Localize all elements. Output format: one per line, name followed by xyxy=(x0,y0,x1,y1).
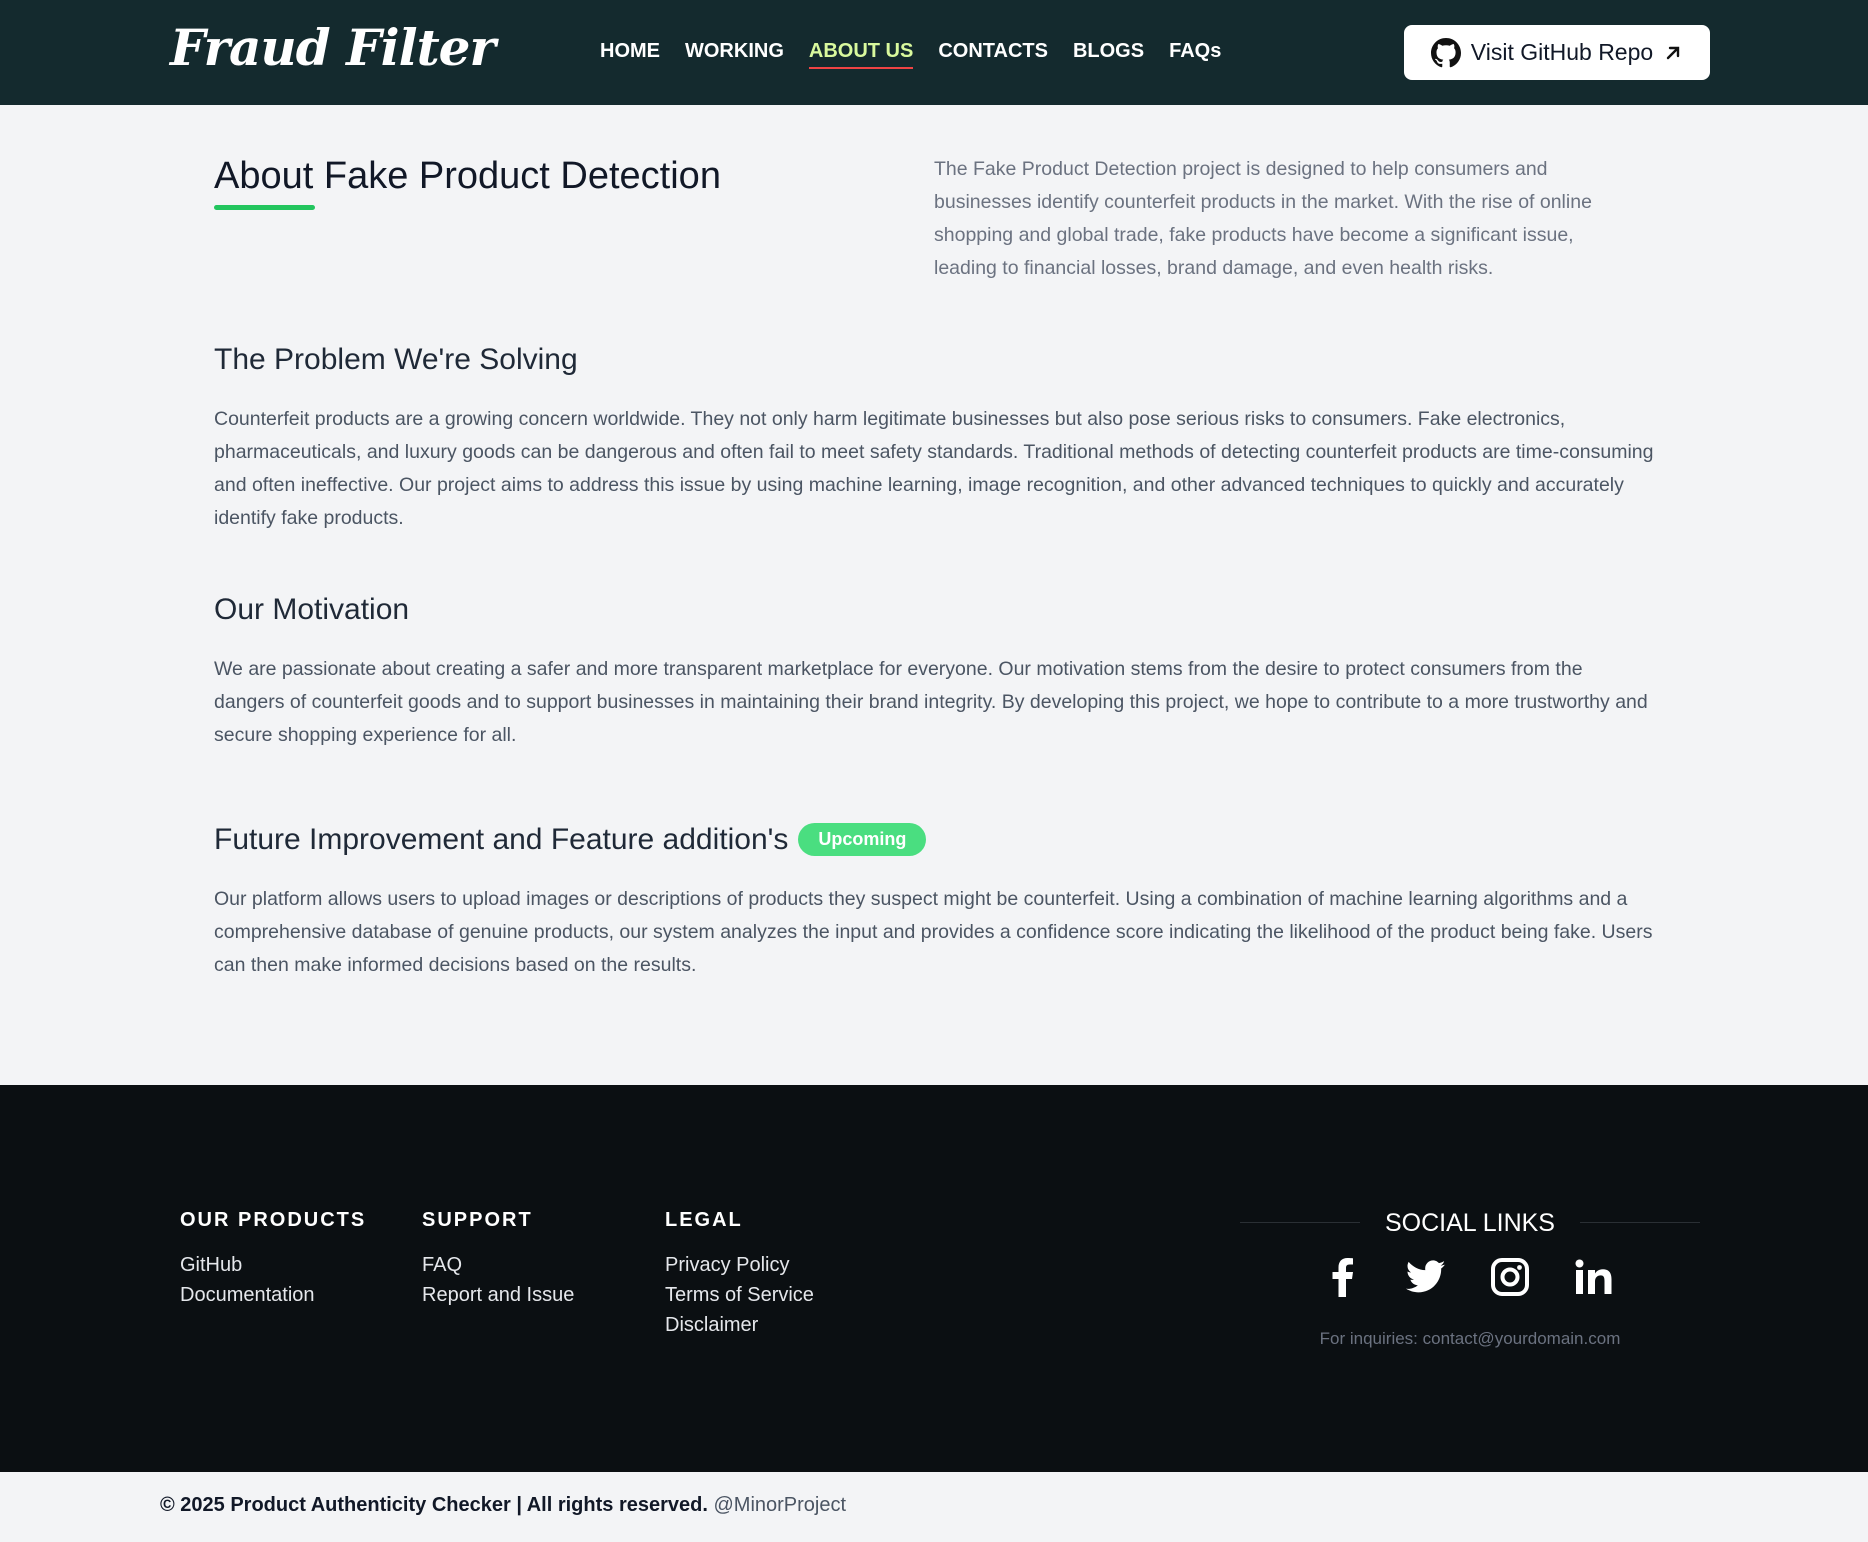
footer-link-faq[interactable]: FAQ xyxy=(422,1250,574,1280)
nav-contacts[interactable]: CONTACTS xyxy=(938,40,1048,69)
footer-link-disclaimer[interactable]: Disclaimer xyxy=(665,1310,814,1340)
footer-products-column: OUR PRODUCTS GitHub Documentation xyxy=(180,1209,366,1310)
nav-faqs[interactable]: FAQs xyxy=(1169,40,1221,69)
problem-text: Counterfeit products are a growing conce… xyxy=(214,408,1654,529)
nav-about-us[interactable]: ABOUT US xyxy=(808,40,914,69)
social-divider-right xyxy=(1580,1222,1700,1223)
github-icon xyxy=(1430,37,1461,67)
footer-link-documentation[interactable]: Documentation xyxy=(180,1280,366,1310)
footer-link-report-issue[interactable]: Report and Issue xyxy=(422,1280,574,1310)
instagram-icon[interactable] xyxy=(1488,1255,1532,1299)
nav-home[interactable]: HOME xyxy=(600,40,660,69)
future-heading: Future Improvement and Feature addition'… xyxy=(214,823,927,857)
nav-working[interactable]: WORKING xyxy=(685,40,784,69)
problem-heading: The Problem We're Solving xyxy=(214,343,578,376)
footer-support-title: SUPPORT xyxy=(422,1209,533,1231)
future-text: Our platform allows users to upload imag… xyxy=(214,888,1653,976)
footer: OUR PRODUCTS GitHub Documentation SUPPOR… xyxy=(0,1085,1868,1472)
nav-blogs[interactable]: BLOGS xyxy=(1073,40,1144,69)
motivation-heading: Our Motivation xyxy=(214,593,410,626)
footer-legal-title: LEGAL xyxy=(665,1209,743,1231)
external-link-arrow-icon xyxy=(1666,46,1680,59)
social-links-title: SOCIAL LINKS xyxy=(1385,1209,1555,1237)
footer-link-privacy-policy[interactable]: Privacy Policy xyxy=(665,1250,814,1280)
about-description: The Fake Product Detection project is de… xyxy=(934,158,1592,279)
project-handle[interactable]: @MinorProject xyxy=(713,1494,846,1516)
copyright-label: © 2025 Product Authenticity Checker | Al… xyxy=(160,1494,708,1516)
footer-legal-column: LEGAL Privacy Policy Terms of Service Di… xyxy=(665,1209,814,1340)
page-title: About Fake Product Detection xyxy=(214,155,721,197)
brand-logo[interactable]: Fraud Filter xyxy=(170,18,496,77)
upcoming-badge: Upcoming xyxy=(798,823,927,856)
future-heading-text: Future Improvement and Feature addition'… xyxy=(214,823,789,856)
linkedin-icon[interactable] xyxy=(1572,1255,1616,1299)
motivation-text: We are passionate about creating a safer… xyxy=(214,658,1648,746)
copyright-text: © 2025 Product Authenticity Checker | Al… xyxy=(160,1494,846,1517)
top-navbar: Fraud Filter HOME WORKING ABOUT US CONTA… xyxy=(0,0,1868,105)
copyright-bar: © 2025 Product Authenticity Checker | Al… xyxy=(0,1472,1868,1542)
social-icons xyxy=(1320,1255,1616,1299)
inquiry-email[interactable]: For inquiries: contact@yourdomain.com xyxy=(1240,1329,1700,1349)
github-button-label: Visit GitHub Repo xyxy=(1470,39,1654,65)
facebook-icon[interactable] xyxy=(1320,1255,1364,1299)
footer-link-github[interactable]: GitHub xyxy=(180,1250,366,1280)
main-nav: HOME WORKING ABOUT US CONTACTS BLOGS FAQ… xyxy=(600,40,1246,69)
twitter-icon[interactable] xyxy=(1404,1255,1448,1299)
footer-products-title: OUR PRODUCTS xyxy=(180,1209,367,1231)
about-page-content: About Fake Product Detection The Fake Pr… xyxy=(0,105,1868,1085)
title-underline xyxy=(214,205,315,210)
footer-support-column: SUPPORT FAQ Report and Issue xyxy=(422,1209,574,1310)
footer-link-terms-of-service[interactable]: Terms of Service xyxy=(665,1280,814,1310)
github-repo-button[interactable]: Visit GitHub Repo xyxy=(1404,25,1710,80)
